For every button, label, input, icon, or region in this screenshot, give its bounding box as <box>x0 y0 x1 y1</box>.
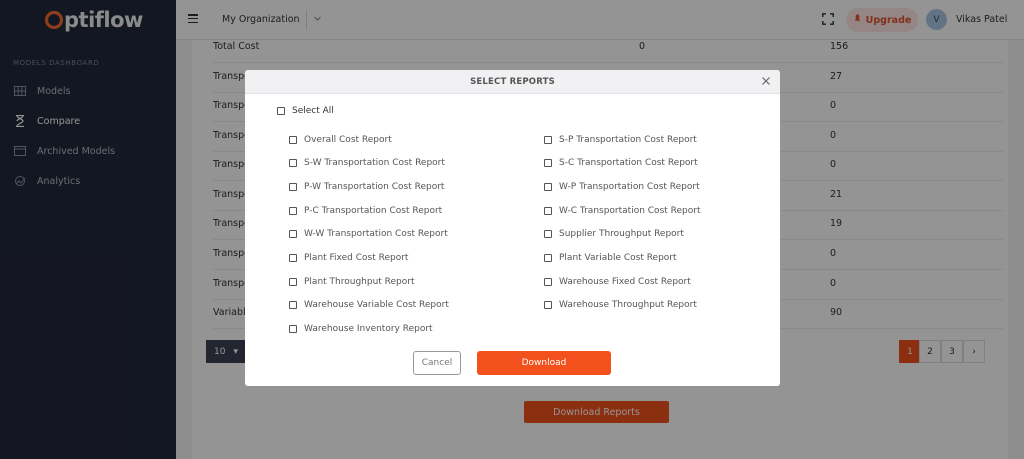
download-button[interactable]: Download <box>477 351 611 375</box>
checkbox-label: Warehouse Variable Cost Report <box>304 300 449 310</box>
report-checkbox-w-w-transportation[interactable]: W-W Transportation Cost Report <box>289 229 448 239</box>
report-checkbox-s-c-transportation[interactable]: S-C Transportation Cost Report <box>544 158 698 168</box>
checkbox-box[interactable] <box>289 254 297 262</box>
checkbox-box[interactable] <box>544 254 552 262</box>
report-checkbox-warehouse-inventory[interactable]: Warehouse Inventory Report <box>289 324 433 334</box>
report-checkbox-s-p-transportation[interactable]: S-P Transportation Cost Report <box>544 135 697 145</box>
checkbox-box[interactable] <box>544 159 552 167</box>
checkbox-box[interactable] <box>289 207 297 215</box>
checkbox-label: Warehouse Inventory Report <box>304 324 433 334</box>
checkbox-label: W-P Transportation Cost Report <box>559 182 700 192</box>
checkbox-label: Plant Variable Cost Report <box>559 253 677 263</box>
checkbox-box[interactable] <box>544 301 552 309</box>
report-checkbox-w-p-transportation[interactable]: W-P Transportation Cost Report <box>544 182 700 192</box>
checkbox-box[interactable] <box>289 325 297 333</box>
checkbox-box[interactable] <box>277 107 285 115</box>
checkbox-label: W-C Transportation Cost Report <box>559 206 701 216</box>
report-checkbox-p-c-transportation[interactable]: P-C Transportation Cost Report <box>289 206 442 216</box>
close-icon[interactable] <box>760 75 772 87</box>
select-reports-modal: SELECT REPORTS Select All Overall Cost R… <box>245 70 780 386</box>
checkbox-label: P-W Transportation Cost Report <box>304 182 445 192</box>
checkbox-box[interactable] <box>289 159 297 167</box>
report-checkbox-plant-throughput[interactable]: Plant Throughput Report <box>289 277 415 287</box>
checkbox-box[interactable] <box>289 136 297 144</box>
report-checkbox-warehouse-fixed-cost[interactable]: Warehouse Fixed Cost Report <box>544 277 691 287</box>
report-checkbox-plant-variable-cost[interactable]: Plant Variable Cost Report <box>544 253 677 263</box>
checkbox-label: Warehouse Throughput Report <box>559 300 697 310</box>
checkbox-label: Overall Cost Report <box>304 135 392 145</box>
checkbox-box[interactable] <box>289 183 297 191</box>
report-checkbox-s-w-transportation[interactable]: S-W Transportation Cost Report <box>289 158 445 168</box>
checkbox-label: S-P Transportation Cost Report <box>559 135 697 145</box>
report-checkbox-supplier-throughput[interactable]: Supplier Throughput Report <box>544 229 684 239</box>
report-checkbox-p-w-transportation[interactable]: P-W Transportation Cost Report <box>289 182 444 192</box>
checkbox-label: Supplier Throughput Report <box>559 229 684 239</box>
checkbox-label: S-C Transportation Cost Report <box>559 158 698 168</box>
modal-title: SELECT REPORTS <box>470 77 555 87</box>
checkbox-box[interactable] <box>544 230 552 238</box>
checkbox-box[interactable] <box>289 301 297 309</box>
checkbox-box[interactable] <box>544 136 552 144</box>
report-checkbox-warehouse-throughput[interactable]: Warehouse Throughput Report <box>544 300 697 310</box>
checkbox-label: Select All <box>292 106 334 116</box>
checkbox-box[interactable] <box>289 230 297 238</box>
checkbox-label: S-W Transportation Cost Report <box>304 158 445 168</box>
report-checkbox-plant-fixed-cost[interactable]: Plant Fixed Cost Report <box>289 253 408 263</box>
report-checkbox-overall-cost[interactable]: Overall Cost Report <box>289 135 392 145</box>
select-all-checkbox[interactable]: Select All <box>277 106 334 116</box>
report-checkbox-w-c-transportation[interactable]: W-C Transportation Cost Report <box>544 206 700 216</box>
checkbox-label: Plant Throughput Report <box>304 277 415 287</box>
checkbox-label: W-W Transportation Cost Report <box>304 229 448 239</box>
checkbox-label: P-C Transportation Cost Report <box>304 206 443 216</box>
checkbox-box[interactable] <box>544 183 552 191</box>
cancel-button[interactable]: Cancel <box>413 351 461 375</box>
checkbox-box[interactable] <box>544 278 552 286</box>
checkbox-label: Plant Fixed Cost Report <box>304 253 409 263</box>
checkbox-box[interactable] <box>289 278 297 286</box>
modal-header: SELECT REPORTS <box>245 70 780 94</box>
checkbox-label: Warehouse Fixed Cost Report <box>559 277 691 287</box>
report-checkbox-warehouse-variable-cost[interactable]: Warehouse Variable Cost Report <box>289 300 449 310</box>
checkbox-box[interactable] <box>544 207 552 215</box>
